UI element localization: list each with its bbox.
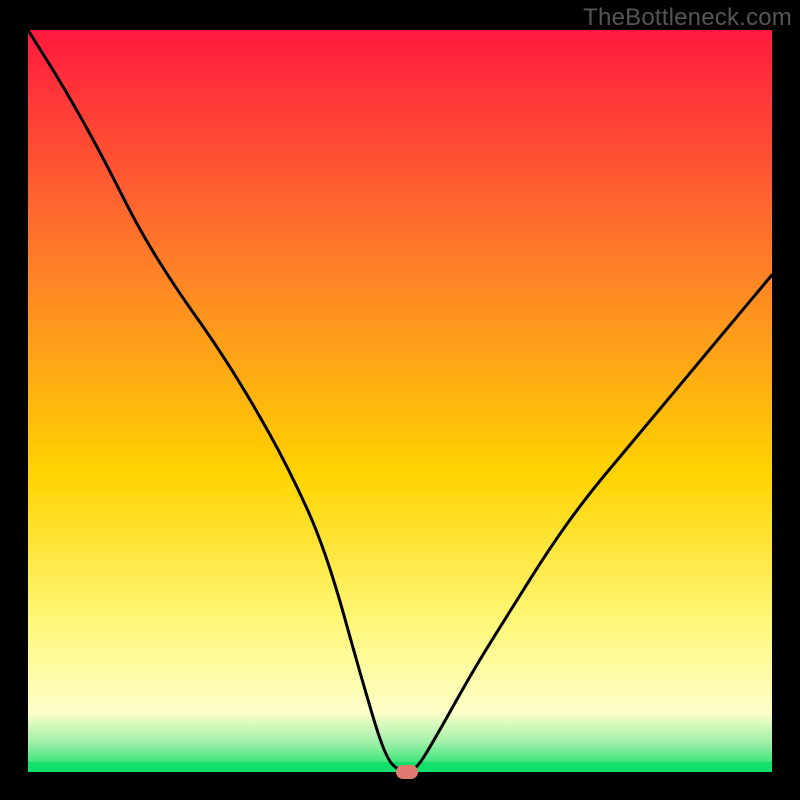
plot-area: [28, 30, 772, 772]
watermark-text: TheBottleneck.com: [583, 4, 792, 32]
chart-frame: TheBottleneck.com: [0, 0, 800, 800]
gradient-background: [28, 30, 772, 772]
optimum-marker: [396, 765, 418, 779]
chart-svg: [28, 30, 772, 772]
